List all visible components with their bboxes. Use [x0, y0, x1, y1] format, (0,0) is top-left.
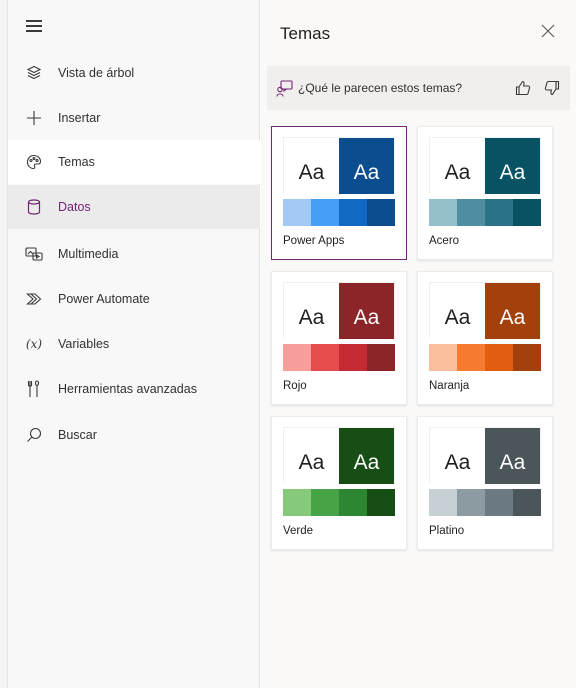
theme-name: Power Apps	[283, 235, 345, 247]
color-swatches	[429, 489, 541, 516]
nav-item-label: Buscar	[58, 428, 97, 442]
color-swatches	[283, 344, 395, 371]
theme-name: Verde	[283, 525, 314, 537]
color-swatch	[367, 199, 395, 226]
left-navigation: Vista de árbol Insertar Temas Datos Mult…	[8, 0, 260, 688]
color-swatch	[513, 344, 541, 371]
preview-dark-text: Aa	[339, 428, 394, 484]
theme-card-platino[interactable]: Aa Aa Platino	[417, 416, 553, 550]
color-swatch	[339, 344, 367, 371]
window-edge	[0, 0, 8, 688]
color-swatch	[513, 489, 541, 516]
thumbs-down-icon[interactable]	[544, 80, 560, 96]
color-swatch	[283, 344, 311, 371]
color-swatch	[513, 199, 541, 226]
color-swatch	[283, 489, 311, 516]
plus-icon	[8, 110, 58, 126]
nav-item-label: Herramientas avanzadas	[58, 382, 197, 396]
color-swatch	[457, 199, 485, 226]
color-swatch	[429, 199, 457, 226]
nav-item-variables[interactable]: (x) Variables	[8, 322, 260, 366]
theme-card-power-apps[interactable]: Aa Aa Power Apps	[271, 126, 407, 260]
preview-light-text: Aa	[284, 428, 339, 484]
preview-light-text: Aa	[430, 138, 485, 194]
close-icon[interactable]	[541, 24, 557, 40]
database-icon	[8, 199, 58, 215]
feedback-question: ¿Qué le parecen estos temas?	[298, 81, 463, 95]
feedback-person-icon	[276, 80, 293, 97]
nav-item-power-automate[interactable]: Power Automate	[8, 277, 260, 321]
theme-card-naranja[interactable]: Aa Aa Naranja	[417, 271, 553, 405]
theme-preview: Aa Aa	[283, 282, 395, 339]
preview-dark-text: Aa	[485, 428, 540, 484]
theme-preview: Aa Aa	[429, 282, 541, 339]
color-swatch	[311, 344, 339, 371]
preview-light-text: Aa	[284, 283, 339, 339]
nav-item-label: Power Automate	[58, 292, 150, 306]
color-swatch	[339, 199, 367, 226]
preview-dark-text: Aa	[485, 283, 540, 339]
theme-preview: Aa Aa	[429, 427, 541, 484]
palette-icon	[8, 154, 58, 170]
theme-name: Acero	[429, 235, 460, 247]
nav-item-search[interactable]: Buscar	[8, 413, 260, 457]
nav-item-label: Vista de árbol	[58, 66, 135, 80]
color-swatch	[429, 489, 457, 516]
tools-icon	[8, 380, 58, 398]
color-swatch	[485, 489, 513, 516]
variable-icon: (x)	[25, 337, 43, 351]
color-swatch	[457, 489, 485, 516]
preview-light-text: Aa	[284, 138, 339, 194]
color-swatches	[283, 489, 395, 516]
theme-name: Rojo	[283, 380, 307, 392]
color-swatch	[485, 344, 513, 371]
power-automate-icon	[8, 291, 58, 307]
nav-item-media[interactable]: Multimedia	[8, 232, 260, 276]
nav-item-label: Datos	[58, 200, 91, 214]
thumbs-up-icon[interactable]	[515, 80, 531, 96]
preview-dark-text: Aa	[339, 283, 394, 339]
theme-name: Platino	[429, 525, 465, 537]
preview-light-text: Aa	[430, 283, 485, 339]
feedback-bar: ¿Qué le parecen estos temas?	[267, 66, 570, 110]
color-swatches	[283, 199, 395, 226]
color-swatch	[339, 489, 367, 516]
theme-name: Naranja	[429, 380, 470, 392]
search-icon	[8, 427, 58, 443]
preview-dark-text: Aa	[485, 138, 540, 194]
media-icon	[8, 246, 58, 262]
color-swatch	[367, 489, 395, 516]
color-swatch	[367, 344, 395, 371]
theme-card-rojo[interactable]: Aa Aa Rojo	[271, 271, 407, 405]
theme-preview: Aa Aa	[283, 427, 395, 484]
nav-item-label: Temas	[58, 155, 95, 169]
nav-item-data[interactable]: Datos	[8, 185, 260, 229]
color-swatch	[485, 199, 513, 226]
nav-item-label: Multimedia	[58, 247, 119, 261]
hamburger-menu-icon[interactable]	[26, 20, 42, 32]
color-swatch	[283, 199, 311, 226]
panel-title: Temas	[280, 24, 331, 43]
theme-preview: Aa Aa	[283, 137, 395, 194]
layers-icon	[8, 65, 58, 81]
theme-card-verde[interactable]: Aa Aa Verde	[271, 416, 407, 550]
color-swatch	[311, 199, 339, 226]
color-swatches	[429, 344, 541, 371]
nav-item-label: Variables	[58, 337, 110, 351]
nav-item-tree-view[interactable]: Vista de árbol	[8, 51, 260, 95]
preview-light-text: Aa	[430, 428, 485, 484]
color-swatches	[429, 199, 541, 226]
nav-item-label: Insertar	[58, 111, 101, 125]
color-swatch	[457, 344, 485, 371]
theme-preview: Aa Aa	[429, 137, 541, 194]
themes-panel: Temas ¿Qué le parecen estos temas? Aa Aa…	[261, 0, 576, 688]
nav-item-insert[interactable]: Insertar	[8, 96, 260, 140]
color-swatch	[429, 344, 457, 371]
color-swatch	[311, 489, 339, 516]
nav-item-themes[interactable]: Temas	[8, 140, 260, 184]
nav-item-advanced-tools[interactable]: Herramientas avanzadas	[8, 367, 260, 411]
preview-dark-text: Aa	[339, 138, 394, 194]
theme-card-acero[interactable]: Aa Aa Acero	[417, 126, 553, 260]
